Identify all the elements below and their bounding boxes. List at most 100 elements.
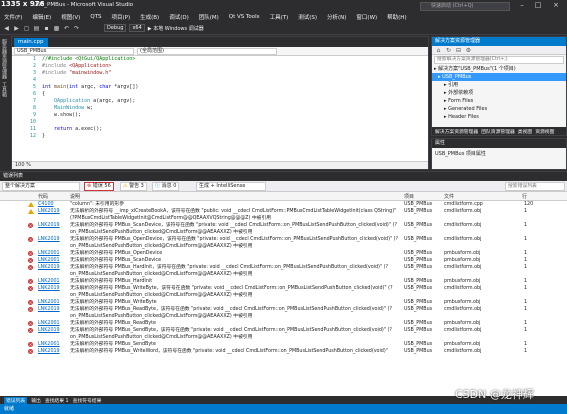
menu-team[interactable]: 团队(M) [199, 13, 219, 21]
error-code[interactable]: LNK2019 [38, 306, 60, 313]
back-icon[interactable]: ◀ [3, 25, 10, 32]
col-line[interactable]: 行 [522, 193, 527, 200]
toolbox-tab[interactable]: 工具箱 [1, 82, 8, 97]
error-code[interactable]: LNK2019 [38, 208, 60, 215]
tree-node[interactable]: ▸ Generated Files [432, 105, 566, 113]
config-dropdown[interactable]: Debug [104, 24, 127, 32]
code-line[interactable]: 4 [12, 77, 428, 84]
error-row[interactable]: C4100 "column": 未引用的形参 USB_PMBus cmdlistfor… [0, 201, 567, 208]
settings-icon[interactable]: ⚙ [465, 47, 472, 54]
tree-node[interactable]: ▸ 引用 [432, 81, 566, 89]
platform-dropdown[interactable]: x64 [129, 24, 145, 32]
code-line[interactable]: 1 //#include <QtGui/QApplication> [12, 56, 428, 63]
error-code[interactable]: LNK2019 [38, 264, 60, 271]
menu-project[interactable]: 项目(P) [112, 13, 131, 21]
redo-icon[interactable]: ↷ [73, 25, 80, 32]
code-line[interactable]: 5 int main(int argc, char *argv[]) [12, 84, 428, 91]
error-row[interactable]: × LNK2019 无法解析的外部符号 PMBus_ReadByte，该符号在函数 … [0, 306, 567, 320]
error-code[interactable]: LNK2001 [38, 257, 60, 264]
error-code[interactable]: C4100 [38, 201, 54, 208]
undo-icon[interactable]: ↶ [63, 25, 70, 32]
error-row[interactable]: × LNK2019 无法解析的外部符号 PMBus_HardInit，该符号在函数 … [0, 264, 567, 278]
col-description[interactable]: 说明 [70, 193, 80, 200]
error-row[interactable]: × LNK2019 无法解析的外部符号 PMBus_SendByte，该符号在函数 … [0, 327, 567, 341]
home-icon[interactable]: ⌂ [435, 47, 442, 54]
tree-node[interactable]: ▸ 解决方案"USB_PMBus"(1 个项目) [432, 65, 566, 73]
code-line[interactable]: 7 QApplication a(argc, argv); [12, 98, 428, 105]
tree-node[interactable]: ▸ USB_PMBus [432, 73, 566, 81]
code-line[interactable]: 2 #include <QApplication> [12, 63, 428, 70]
code-line[interactable]: 11 return a.exec(); [12, 126, 428, 133]
solution-search-input[interactable]: 搜索解决方案资源管理器(Ctrl+;) [434, 56, 564, 64]
zoom-level[interactable]: 100 % [12, 161, 428, 169]
error-code[interactable]: LNK2001 [38, 299, 60, 306]
tab-error-list[interactable]: 错误列表 [4, 396, 28, 404]
minimize-icon[interactable]: – [516, 1, 528, 10]
open-folder-icon[interactable]: ▤ [33, 25, 40, 32]
code-area[interactable]: 1 //#include <QtGui/QApplication> 2 #includ… [12, 56, 428, 160]
menu-edit[interactable]: 编辑(E) [32, 13, 51, 21]
error-row[interactable]: LNK2019 无法解析的外部符号 __imp_xlCreateBookA，该符号… [0, 208, 567, 222]
tree-node[interactable]: ▸ Header Files [432, 113, 566, 121]
refresh-icon[interactable]: ↻ [445, 47, 452, 54]
error-code[interactable]: LNK2001 [38, 250, 60, 257]
error-row[interactable]: × LNK2019 无法解析的外部符号 PMBus_WriteByte，该符号在函数… [0, 285, 567, 299]
scope-dropdown[interactable]: (全局范围) [137, 48, 277, 55]
error-search-input[interactable]: 搜索错误列表 [505, 182, 565, 191]
close-icon[interactable]: × [550, 1, 562, 10]
col-file[interactable]: 文件 [444, 193, 454, 200]
tab-class-view[interactable]: 类视图 [518, 128, 532, 135]
tab-team-explorer[interactable]: 团队资源管理器 [481, 128, 515, 135]
code-line[interactable]: 10 [12, 119, 428, 126]
build-filter-dropdown[interactable]: 生成 + IntelliSense [196, 182, 266, 191]
error-code[interactable]: LNK2019 [38, 348, 60, 355]
error-row[interactable]: × LNK2001 无法解析的外部符号 PMBus_OpenDevice USB_PM… [0, 250, 567, 257]
code-line[interactable]: 9 w.show(); [12, 112, 428, 119]
forward-icon[interactable]: ▶ [13, 25, 20, 32]
code-line[interactable]: 12} [12, 133, 428, 140]
error-row[interactable]: × LNK2001 无法解析的外部符号 PMBus_ReadByte USB_PMBu… [0, 320, 567, 327]
maximize-icon[interactable]: □ [532, 1, 544, 10]
tab-find-results[interactable]: 查找结果 1 [45, 397, 69, 404]
error-row[interactable]: × LNK2001 无法解析的外部符号 PMBus_ScanDevice USB_PM… [0, 257, 567, 264]
menu-tools[interactable]: 工具(T) [270, 13, 289, 21]
new-file-icon[interactable]: ▢ [23, 25, 30, 32]
warnings-filter-button[interactable]: ⚠ 警告 3 [120, 182, 147, 191]
save-icon[interactable]: ▪ [43, 25, 50, 32]
error-code[interactable]: LNK2001 [38, 341, 60, 348]
error-code[interactable]: LNK2019 [38, 285, 60, 292]
menu-debug[interactable]: 调试(D) [169, 13, 189, 21]
run-debugger-button[interactable]: ▶ 本地 Windows 调试器 [148, 25, 204, 32]
menu-window[interactable]: 窗口(W) [356, 13, 377, 21]
error-row[interactable]: × LNK2001 无法解析的外部符号 PMBus_WriteByte USB_PMB… [0, 299, 567, 306]
error-code[interactable]: LNK2019 [38, 327, 60, 334]
menu-test[interactable]: 测试(S) [298, 13, 317, 21]
error-code[interactable]: LNK2001 [38, 320, 60, 327]
menu-analyze[interactable]: 分析(N) [327, 13, 346, 21]
quick-launch-input[interactable]: 快速启动 (Ctrl+Q) [420, 2, 510, 11]
error-row[interactable]: × LNK2019 无法解析的外部符号 PMBus_ScanDevice，该符号在函… [0, 222, 567, 236]
tab-resource-view[interactable]: 资源视图 [535, 128, 554, 135]
code-line[interactable]: 6{ [12, 91, 428, 98]
project-dropdown[interactable]: USB_PMBus [14, 48, 134, 55]
menu-qt-vs-tools[interactable]: Qt VS Tools [229, 14, 260, 20]
tab-output[interactable]: 输出 [31, 397, 41, 404]
menu-file[interactable]: 文件(F) [4, 13, 22, 21]
tab-find-symbol-results[interactable]: 查找符号结果 [73, 397, 102, 404]
error-code[interactable]: LNK2019 [38, 222, 60, 229]
tree-node[interactable]: ▸ 外部依赖项 [432, 89, 566, 97]
tab-main-cpp[interactable]: main.cpp [14, 38, 48, 47]
scope-filter-dropdown[interactable]: 整个解决方案 [2, 182, 80, 191]
error-row[interactable]: × LNK2019 无法解析的外部符号 PMBus_OpenDevice，该符号在函… [0, 236, 567, 250]
errors-filter-button[interactable]: ⊗ 错误 56 [84, 182, 114, 191]
save-all-icon[interactable]: ▦ [53, 25, 60, 32]
menu-build[interactable]: 生成(B) [140, 13, 159, 21]
collapse-icon[interactable]: ⊟ [455, 47, 462, 54]
tab-solution-explorer[interactable]: 解决方案资源管理器 [435, 128, 478, 135]
menu-help[interactable]: 帮助(H) [387, 13, 406, 21]
code-line[interactable]: 3 #include "mainwindow.h" [12, 70, 428, 77]
tree-node[interactable]: ▸ Form Files [432, 97, 566, 105]
error-code[interactable]: LNK2001 [38, 278, 60, 285]
code-line[interactable]: 8 MainWindow w; [12, 105, 428, 112]
server-explorer-tab[interactable]: 服务器资源管理器 [1, 39, 8, 79]
